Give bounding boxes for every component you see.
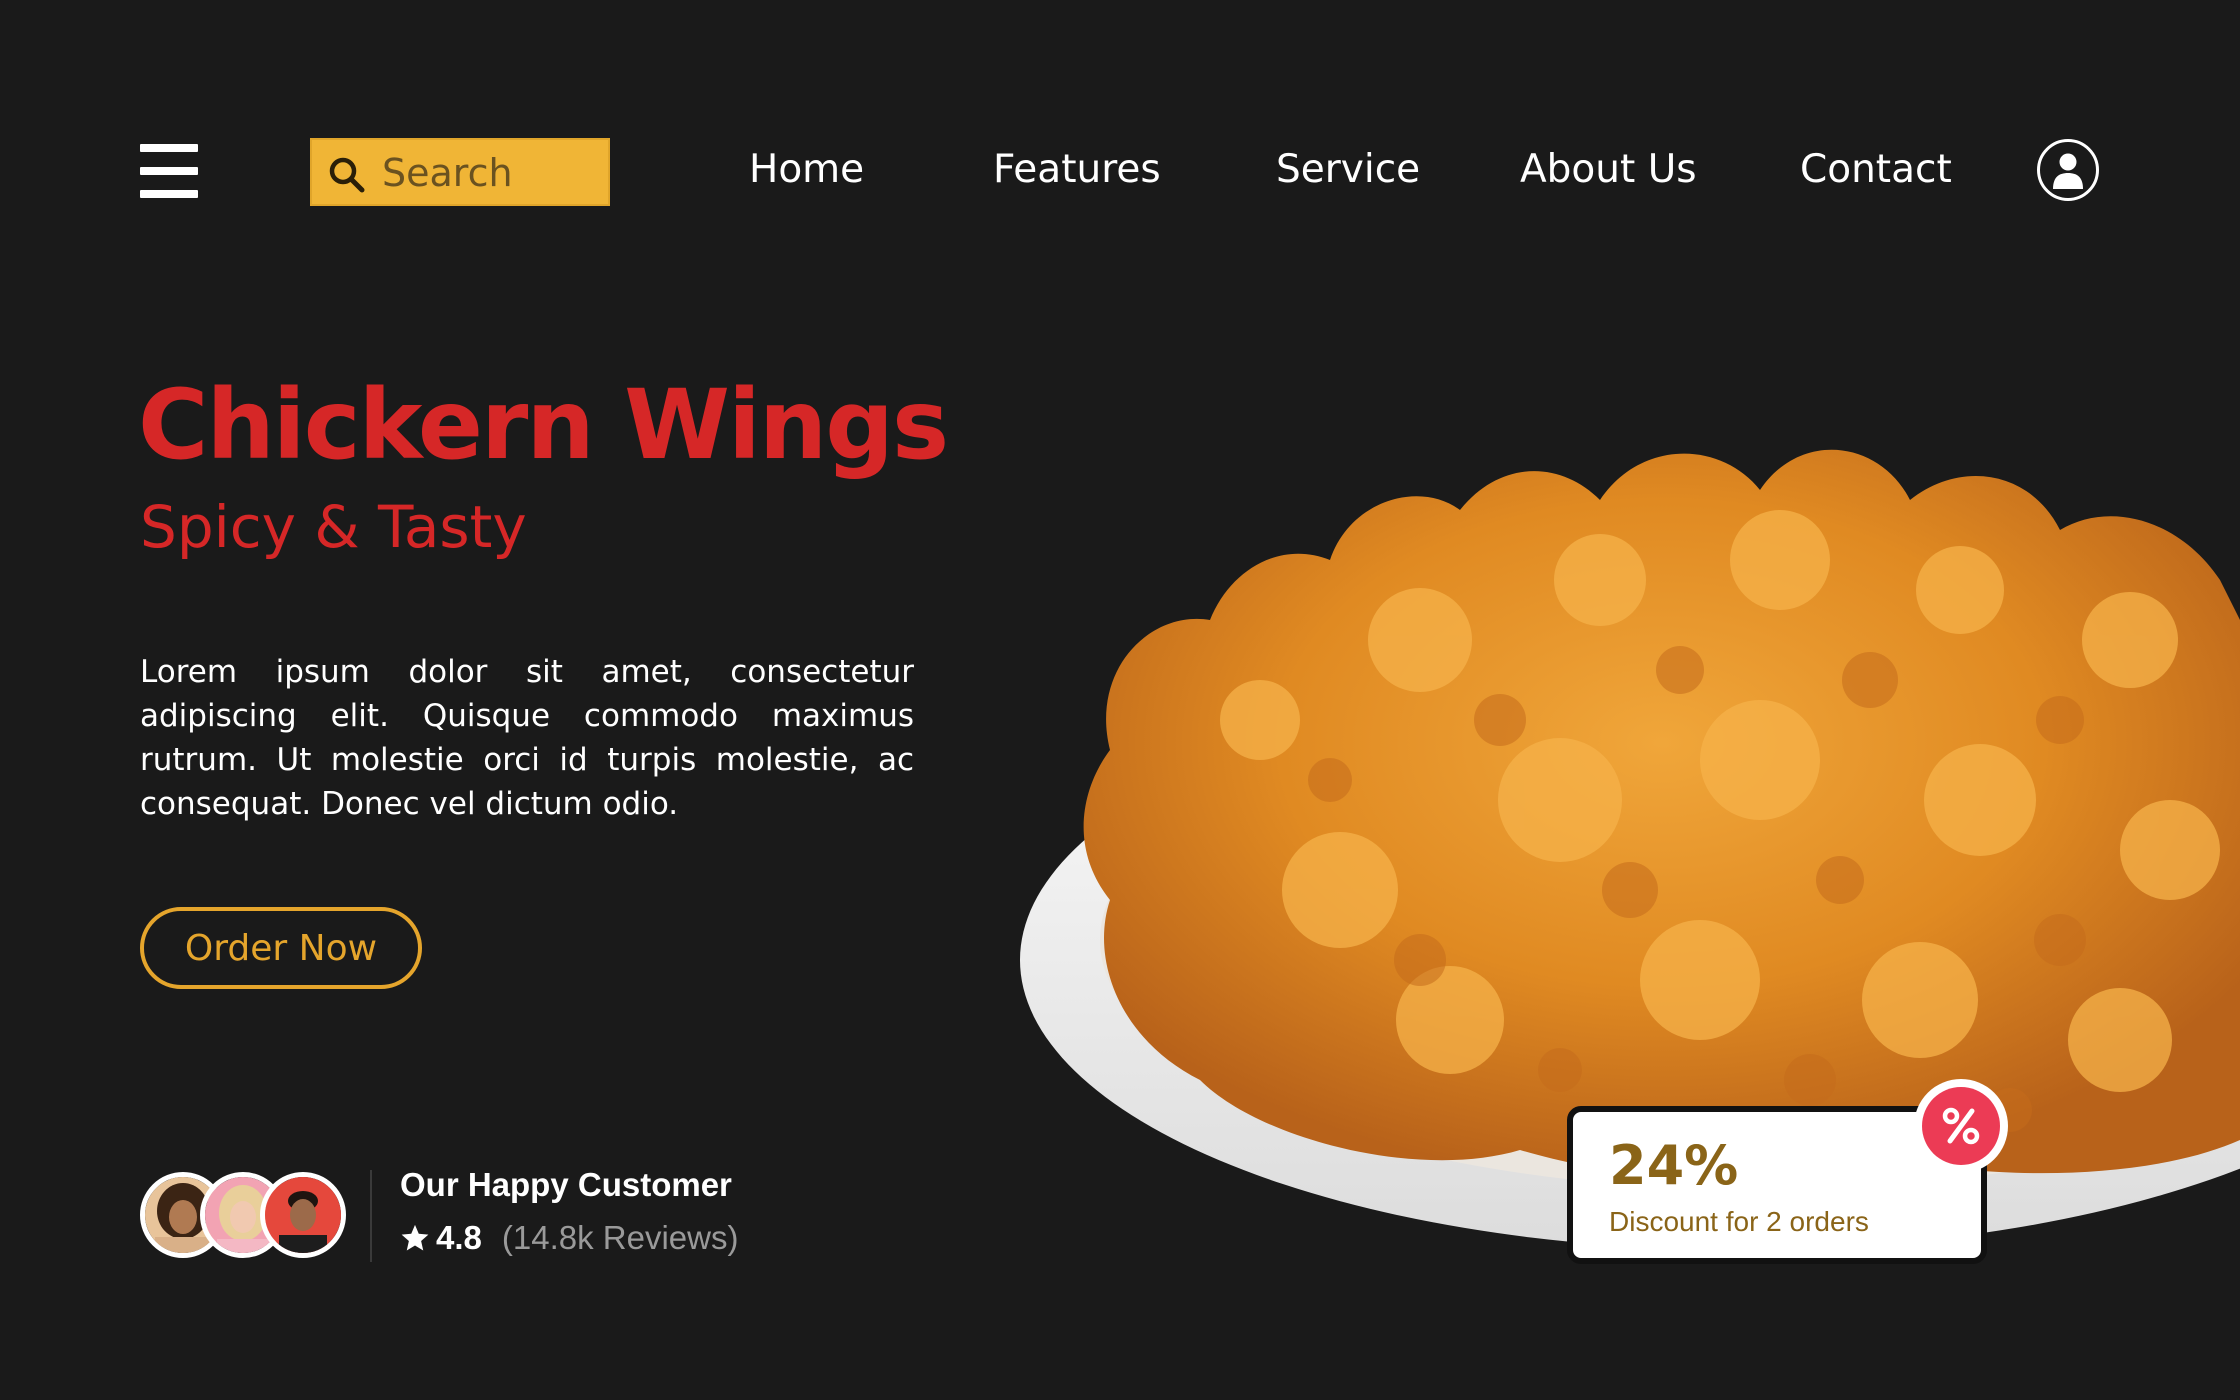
discount-badge [1914,1079,2008,1173]
nav-link-contact[interactable]: Contact [1800,146,1952,194]
search-icon [329,157,365,193]
percent-icon [1942,1107,1980,1145]
discount-label: Discount for 2 orders [1609,1206,1869,1237]
nav-link-home[interactable]: Home [749,146,864,194]
hero-description: Lorem ipsum dolor sit amet, consectetur … [140,654,914,822]
landing-page: Home Features Service About Us Contact C… [0,0,2240,1400]
hamburger-menu-icon[interactable] [140,144,198,198]
discount-percent: 24% [1609,1134,1739,1197]
nav-link-about-us[interactable]: About Us [1520,146,1697,194]
star-icon [401,1224,429,1251]
hero-subtitle: Spicy & Tasty [140,493,527,561]
rating-value: 4.8 [436,1219,482,1256]
nav-link-features[interactable]: Features [993,146,1161,194]
nav-link-service[interactable]: Service [1276,146,1420,194]
search-input[interactable] [382,148,602,198]
rating-row: 4.8 (14.8k Reviews) [400,1216,738,1260]
divider [370,1170,372,1262]
user-account-button[interactable] [2037,139,2099,201]
search-bar[interactable] [310,138,610,206]
user-icon [2053,153,2083,189]
order-now-button[interactable]: Order Now [140,907,422,989]
hero-title: Chickern Wings [138,369,949,481]
review-count: (14.8k Reviews) [501,1219,739,1256]
avatar [260,1172,346,1258]
customer-avatars [140,1172,346,1258]
happy-customer-title: Our Happy Customer [400,1166,732,1203]
